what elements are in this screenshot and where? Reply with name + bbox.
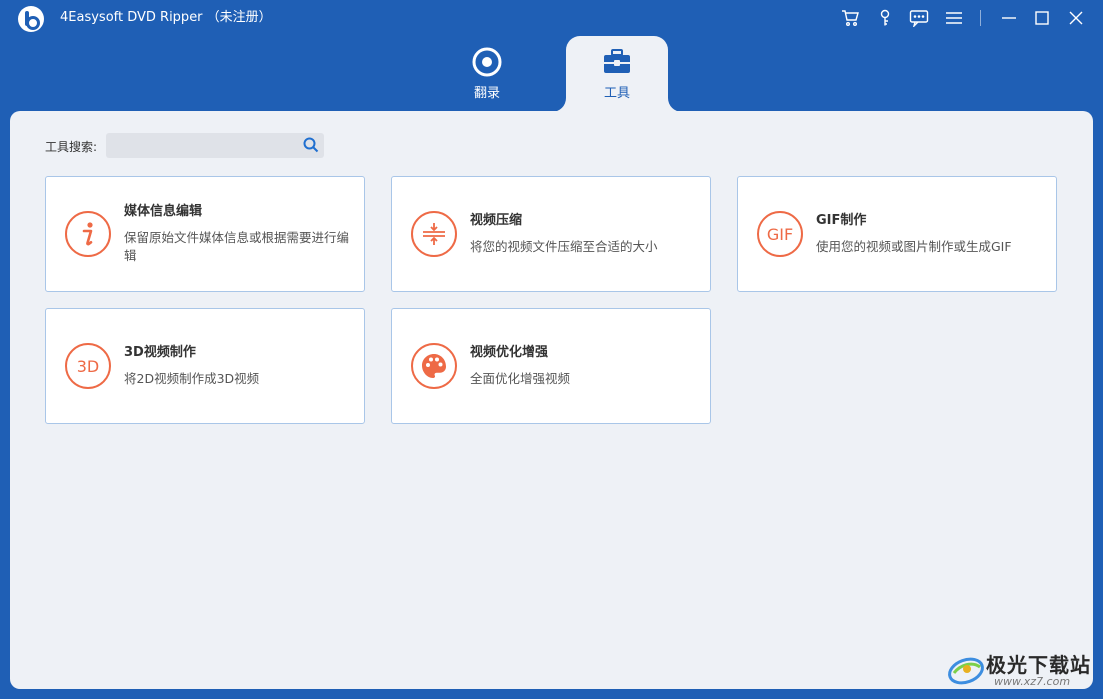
tab-rip[interactable]: 翻录: [436, 36, 538, 112]
search-box: [106, 133, 324, 158]
key-icon[interactable]: [873, 6, 897, 30]
tools-panel: 工具搜索: 媒体信息编辑 保留原始文件媒体信息或根据需要进行编辑 视频压缩 将您…: [10, 111, 1093, 689]
minimize-icon[interactable]: [997, 6, 1021, 30]
search-label: 工具搜索:: [45, 140, 98, 154]
app-window: 4Easysoft DVD Ripper （未注册） 翻录 工具 工具搜索: 媒…: [0, 0, 1103, 699]
tool-title: 视频优化增强: [470, 345, 549, 360]
tool-desc: 全面优化增强视频: [470, 371, 571, 386]
maximize-icon[interactable]: [1030, 6, 1054, 30]
watermark-logo-icon: [946, 651, 986, 687]
toolbox-icon: [601, 46, 633, 78]
info-icon: [65, 211, 111, 257]
tab-tools-label: 工具: [603, 86, 630, 101]
palette-icon: [411, 343, 457, 389]
tool-desc: 保留原始文件媒体信息或根据需要进行编辑: [124, 230, 350, 263]
disc-icon: [471, 46, 503, 78]
tool-title: 视频压缩: [470, 213, 523, 228]
tool-card-gif-maker[interactable]: GIF GIF制作 使用您的视频或图片制作或生成GIF: [737, 176, 1057, 292]
feedback-icon[interactable]: [907, 6, 931, 30]
3d-icon: 3D: [65, 343, 111, 389]
menu-icon[interactable]: [942, 6, 966, 30]
tool-title: 媒体信息编辑: [124, 204, 203, 219]
tool-title: GIF制作: [816, 213, 867, 228]
tool-card-media-info[interactable]: 媒体信息编辑 保留原始文件媒体信息或根据需要进行编辑: [45, 176, 365, 292]
watermark: 极光下载站 www.xz7.com: [946, 647, 1094, 691]
compress-icon: [411, 211, 457, 257]
tool-desc: 将您的视频文件压缩至合适的大小: [470, 239, 658, 254]
tab-rip-label: 翻录: [473, 86, 500, 101]
titlebar-divider: [980, 10, 981, 26]
close-icon[interactable]: [1064, 6, 1088, 30]
cart-icon[interactable]: [838, 6, 862, 30]
app-title: 4Easysoft DVD Ripper （未注册）: [60, 10, 272, 25]
watermark-text: 极光下载站: [986, 653, 1091, 677]
search-input[interactable]: [106, 133, 296, 158]
tab-tools[interactable]: 工具: [566, 36, 668, 112]
tool-card-video-enhance[interactable]: 视频优化增强 全面优化增强视频: [391, 308, 711, 424]
watermark-url: www.xz7.com: [994, 675, 1071, 688]
tool-desc: 使用您的视频或图片制作或生成GIF: [816, 239, 1012, 254]
app-logo-icon: [18, 6, 44, 32]
tool-desc: 将2D视频制作成3D视频: [124, 371, 260, 386]
tool-title: 3D视频制作: [124, 345, 196, 360]
gif-icon: GIF: [757, 211, 803, 257]
search-icon[interactable]: [302, 136, 320, 154]
tool-card-3d-maker[interactable]: 3D 3D视频制作 将2D视频制作成3D视频: [45, 308, 365, 424]
tool-card-video-compress[interactable]: 视频压缩 将您的视频文件压缩至合适的大小: [391, 176, 711, 292]
